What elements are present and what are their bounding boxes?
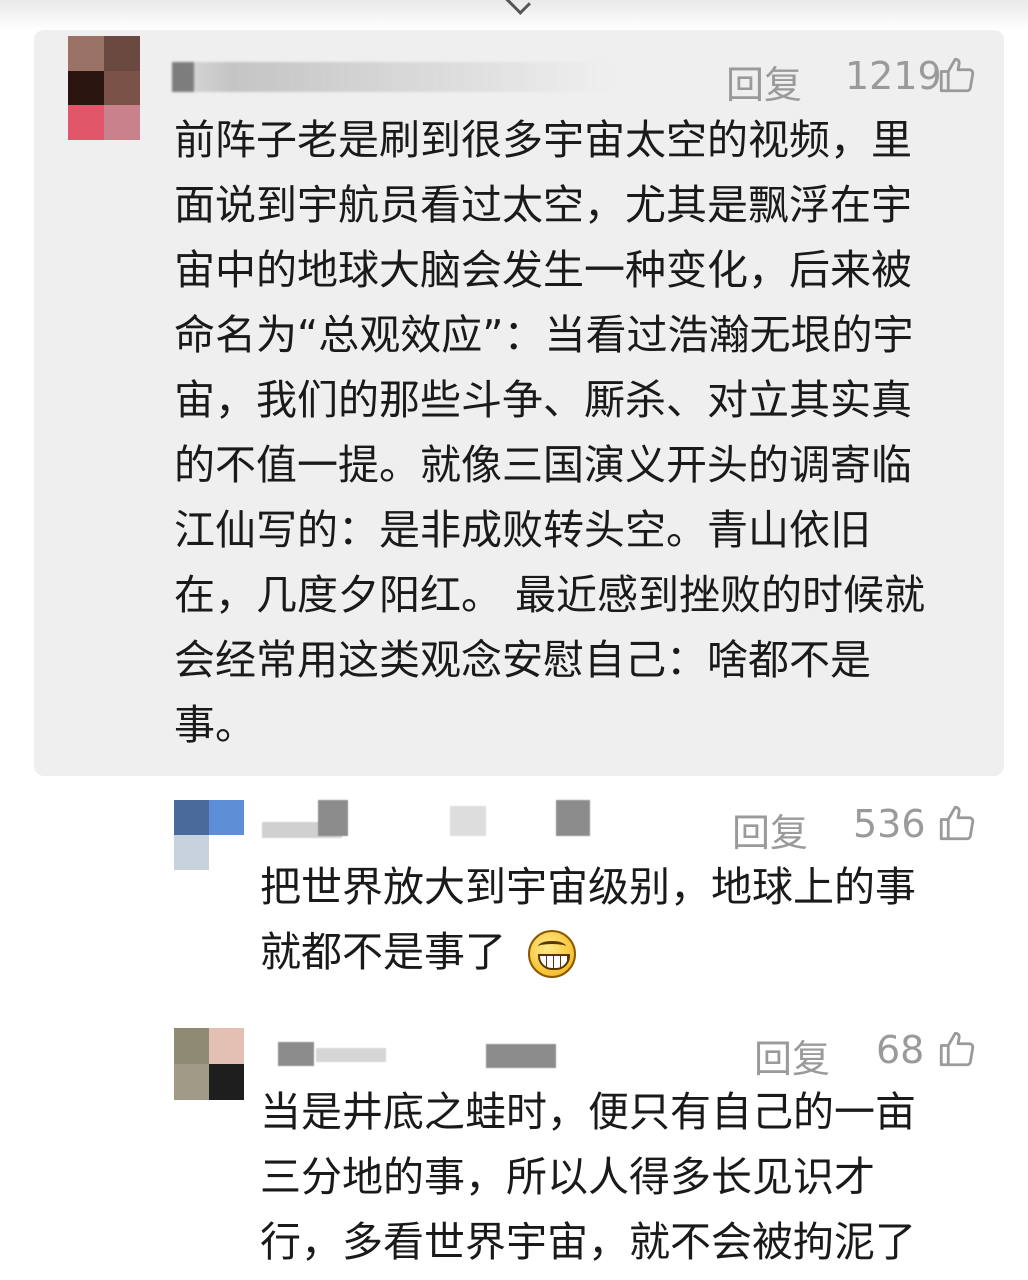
username-redacted-block <box>450 806 486 836</box>
grinning-face-emoji <box>528 930 576 978</box>
username-redacted-block <box>316 1048 386 1062</box>
like-count: 68 <box>876 1028 925 1072</box>
comment-body: 前阵子老是刷到很多宇宙太空的视频，里 面说到宇航员看过太空，尤其是飘浮在宇 宙中… <box>174 116 926 749</box>
avatar[interactable] <box>174 1028 244 1100</box>
reply-button[interactable]: 回复 <box>726 54 802 109</box>
thumbs-up-icon[interactable] <box>936 1028 978 1070</box>
comment-body: 当是井底之蛙时，便只有自己的一亩 三分地的事，所以人得多长见识才 行，多看世界宇… <box>260 1088 916 1266</box>
username-redacted-block <box>318 800 348 836</box>
comment-body: 把世界放大到宇宙级别，地球上的事 就都不是事了 <box>260 863 916 976</box>
avatar[interactable] <box>68 36 140 140</box>
username-redacted-block <box>556 800 590 836</box>
username-redacted[interactable] <box>278 1042 314 1066</box>
like-count: 1219 <box>845 54 942 98</box>
reply-button[interactable]: 回复 <box>754 1028 830 1083</box>
avatar[interactable] <box>174 800 244 870</box>
username-redacted[interactable] <box>172 62 612 92</box>
thumbs-up-icon[interactable] <box>936 802 978 844</box>
username-redacted-block <box>486 1044 556 1068</box>
thumbs-up-icon[interactable] <box>936 54 978 96</box>
like-count: 536 <box>853 802 926 846</box>
reply-button[interactable]: 回复 <box>732 802 808 857</box>
